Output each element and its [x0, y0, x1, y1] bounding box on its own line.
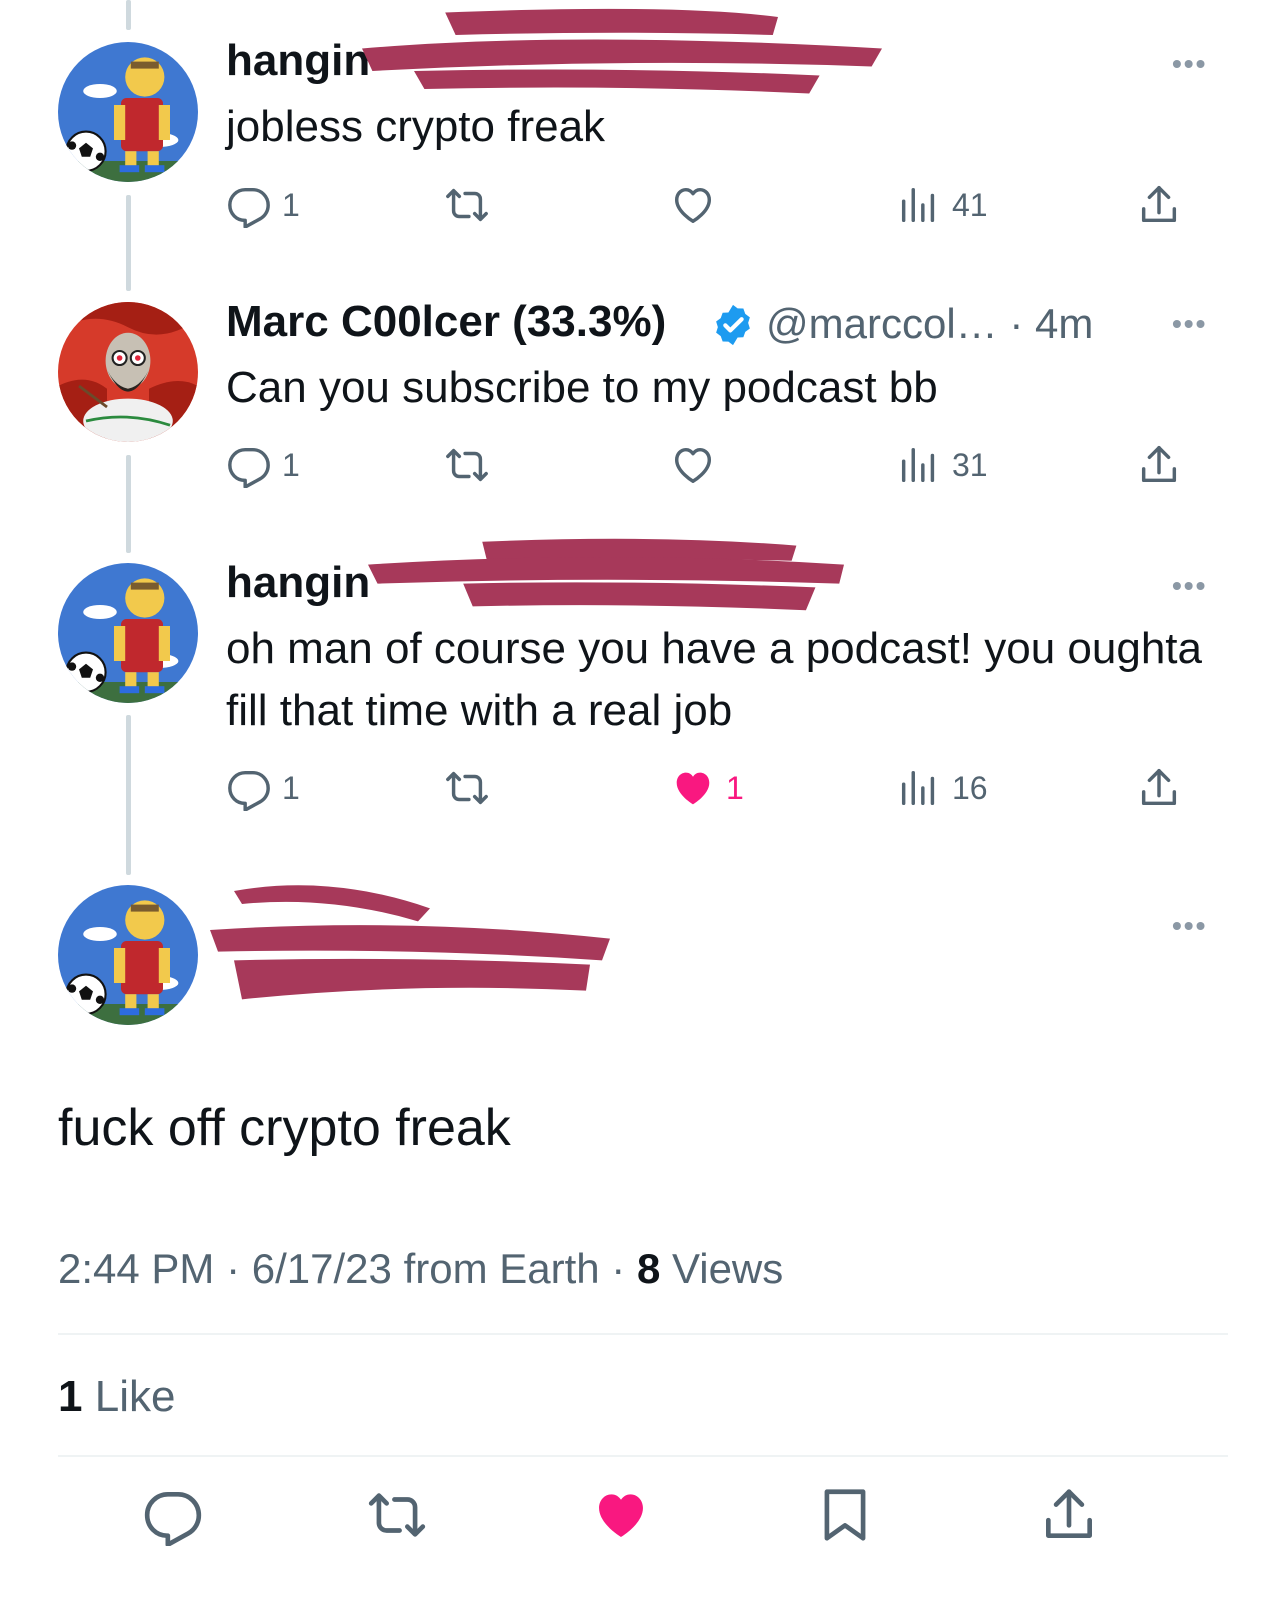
divider: [58, 1455, 1228, 1457]
tweet-text: Can you subscribe to my podcast bb: [226, 363, 938, 412]
tweet-metadata: 2:44 PM · 6/17/23 from Earth · 8 Views: [58, 1245, 784, 1292]
author-handle[interactable]: @marccol… · 4m: [766, 300, 1093, 348]
like-icon: [670, 442, 716, 488]
view-count: 31: [952, 446, 988, 483]
share-button[interactable]: [1034, 1480, 1104, 1550]
likes-label: Like: [94, 1372, 176, 1421]
reply-count: 1: [282, 186, 300, 223]
tweet-time[interactable]: 2:44 PM: [58, 1245, 214, 1292]
reply-button[interactable]: [138, 1480, 208, 1550]
share-icon: [1136, 442, 1182, 488]
like-button[interactable]: [670, 440, 716, 490]
author-name[interactable]: hangin: [226, 558, 370, 608]
share-button[interactable]: [1136, 763, 1182, 813]
author-redaction: [210, 885, 610, 1000]
retweet-icon: [444, 765, 490, 811]
reply-button[interactable]: 1: [226, 180, 300, 230]
tweet-text: fuck off crypto freak: [58, 1099, 511, 1157]
retweet-button[interactable]: [444, 440, 490, 490]
timestamp: · 4m: [1009, 300, 1094, 347]
bookmark-icon: [814, 1484, 876, 1546]
tweet-source: from Earth: [403, 1245, 600, 1292]
more-icon[interactable]: •••: [1172, 570, 1207, 602]
retweet-button[interactable]: [444, 180, 490, 230]
more-icon[interactable]: •••: [1172, 910, 1207, 942]
reply-count: 1: [282, 446, 300, 483]
reply-button[interactable]: 1: [226, 440, 300, 490]
avatar[interactable]: [58, 885, 198, 1025]
thread-line: [126, 0, 131, 30]
like-button[interactable]: 1: [670, 763, 744, 813]
tweet-actions: 1 31: [226, 440, 1216, 490]
share-button[interactable]: [1136, 180, 1182, 230]
like-count: 1: [726, 769, 744, 806]
tweet-text: jobless crypto freak: [226, 102, 606, 151]
handle-redaction: [362, 8, 882, 94]
share-icon: [1038, 1484, 1100, 1546]
handle-redaction: [368, 538, 844, 611]
like-icon: [670, 765, 716, 811]
views-icon: [896, 442, 942, 488]
views-button[interactable]: 31: [896, 440, 988, 490]
tweet-actions: 1 41: [226, 180, 1216, 230]
likes-count: 1: [58, 1372, 83, 1421]
share-icon: [1136, 182, 1182, 228]
views-count: 8: [636, 1245, 661, 1292]
retweet-button[interactable]: [444, 763, 490, 813]
views-button[interactable]: 16: [896, 763, 988, 813]
avatar[interactable]: [58, 563, 198, 703]
reply-count: 1: [282, 769, 300, 806]
reply-icon: [226, 182, 272, 228]
tweet-actions: 1 1 16: [226, 763, 1216, 813]
views-icon: [896, 182, 942, 228]
thread-line: [126, 715, 131, 875]
retweet-button[interactable]: [362, 1480, 432, 1550]
tweet-text: oh man of course you have a podcast! you…: [226, 624, 1202, 735]
retweet-icon: [444, 442, 490, 488]
more-icon[interactable]: •••: [1172, 48, 1207, 80]
main-tweet-action-bar: [0, 1480, 1284, 1580]
retweet-icon: [444, 182, 490, 228]
avatar[interactable]: [58, 302, 198, 442]
reply-button[interactable]: 1: [226, 763, 300, 813]
view-count: 16: [952, 769, 988, 806]
bookmark-button[interactable]: [810, 1480, 880, 1550]
tweet-date[interactable]: 6/17/23: [252, 1245, 392, 1292]
views-label: Views: [671, 1245, 784, 1292]
views-icon: [896, 765, 942, 811]
reply-icon: [142, 1484, 204, 1546]
more-icon[interactable]: •••: [1172, 308, 1207, 340]
like-button[interactable]: [586, 1480, 656, 1550]
author-name[interactable]: Marc C00lcer (33.3%): [226, 297, 666, 347]
like-icon: [670, 182, 716, 228]
share-button[interactable]: [1136, 440, 1182, 490]
author-name[interactable]: hangin: [226, 36, 370, 86]
avatar[interactable]: [58, 42, 198, 182]
reply-icon: [226, 442, 272, 488]
thread-line: [126, 455, 131, 553]
reply-icon: [226, 765, 272, 811]
view-count: 41: [952, 186, 988, 223]
likes-summary[interactable]: 1 Like: [58, 1372, 175, 1422]
views-button[interactable]: 41: [896, 180, 988, 230]
like-button[interactable]: [670, 180, 716, 230]
thread-line: [126, 195, 131, 291]
like-icon: [590, 1484, 652, 1546]
divider: [58, 1333, 1228, 1335]
verified-badge-icon: [716, 304, 750, 346]
share-icon: [1136, 765, 1182, 811]
retweet-icon: [366, 1484, 428, 1546]
